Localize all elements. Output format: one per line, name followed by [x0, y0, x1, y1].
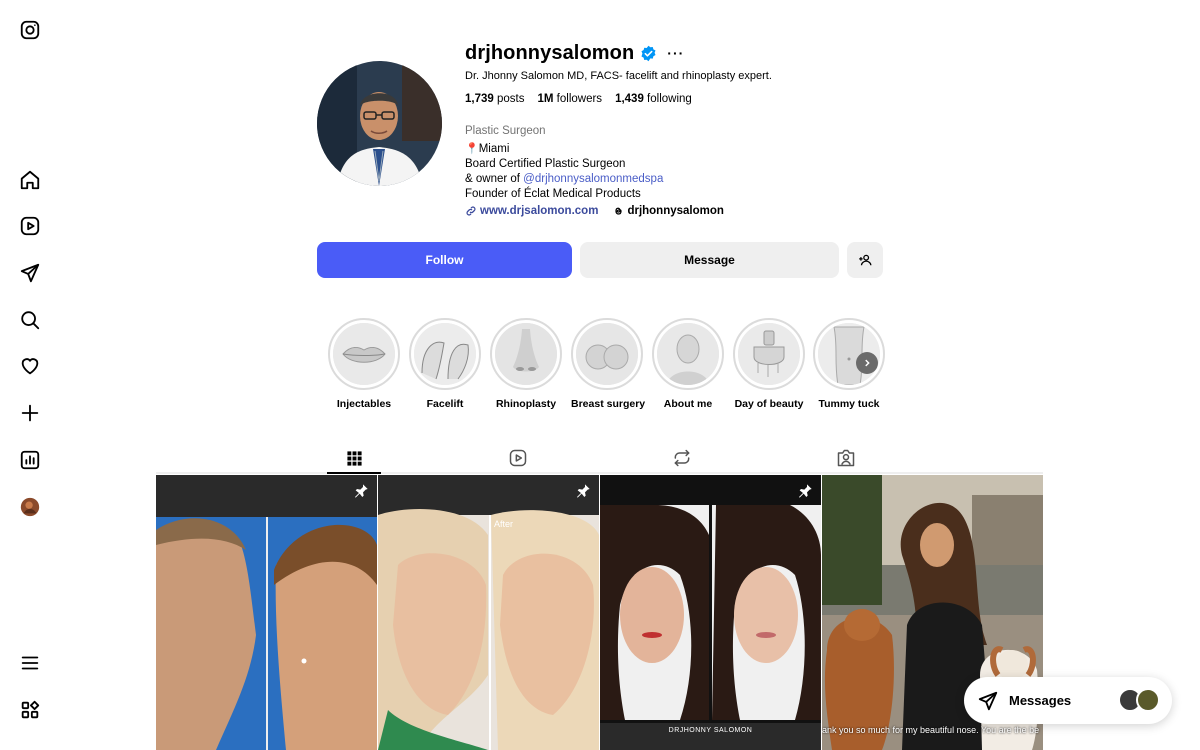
more-apps-icon[interactable]	[18, 698, 42, 722]
profile-avatar-icon[interactable]	[18, 495, 42, 519]
tab-tagged[interactable]	[819, 443, 873, 473]
profile-full-name: Dr. Jhonny Salomon MD, FACS- facelift an…	[465, 70, 772, 82]
following-stat[interactable]: 1,439 following	[615, 93, 692, 105]
post-overlay-text: DRJHONNY SALOMON	[668, 727, 753, 734]
chevron-right-icon	[865, 359, 870, 367]
threads-icon	[615, 207, 623, 215]
messages-label: Messages	[1009, 693, 1072, 708]
profile-category: Plastic Surgeon	[465, 125, 546, 137]
threads-link[interactable]: drjhonnysalomon	[612, 205, 724, 217]
post-overlay-text: ank you so much for my beautiful nose. Y…	[822, 725, 1040, 735]
tabs-divider	[156, 472, 1043, 474]
message-button[interactable]: Message	[580, 242, 839, 278]
highlight-cover	[576, 323, 638, 385]
more-options-button[interactable]: ···	[667, 45, 684, 61]
highlight-facelift[interactable]: Facelift	[409, 318, 481, 410]
follow-button[interactable]: Follow	[317, 242, 572, 278]
posts-stat: 1,739 posts	[465, 93, 525, 105]
highlight-rhinoplasty[interactable]: Rhinoplasty	[490, 318, 562, 410]
highlight-label: Breast surgery	[571, 398, 646, 410]
highlight-label: Day of beauty	[734, 398, 804, 410]
menu-icon[interactable]	[18, 651, 42, 675]
highlight-about-me[interactable]: About me	[652, 318, 724, 410]
highlight-cover	[495, 323, 557, 385]
tagged-icon	[837, 449, 855, 467]
dashboard-icon[interactable]	[18, 448, 42, 472]
post-overlay-text: After	[494, 519, 514, 529]
verified-badge-icon	[641, 45, 656, 61]
bio-line: & owner of @drjhonnysalomonmedspa	[465, 173, 664, 185]
highlight-label: Rhinoplasty	[495, 398, 557, 410]
profile-avatar[interactable]	[317, 61, 442, 186]
highlight-label: About me	[663, 398, 713, 410]
post-tile[interactable]: After	[378, 475, 599, 750]
reels-tab-icon	[509, 449, 527, 467]
link-icon	[466, 206, 476, 216]
bio-line: Board Certified Plastic Surgeon	[465, 158, 626, 170]
bio-line: Founder of Éclat Medical Products	[465, 188, 641, 200]
post-tile[interactable]	[156, 475, 377, 750]
highlight-label: Injectables	[336, 398, 392, 410]
highlight-injectables[interactable]: Injectables	[328, 318, 400, 410]
suggested-accounts-button[interactable]	[847, 242, 883, 278]
search-icon[interactable]	[18, 308, 42, 332]
instagram-logo-icon[interactable]	[18, 18, 42, 42]
pinned-icon	[577, 484, 590, 498]
pinned-icon	[799, 484, 812, 498]
highlight-cover	[657, 323, 719, 385]
tab-reels[interactable]	[491, 443, 545, 473]
tab-posts[interactable]	[327, 443, 381, 473]
add-person-icon	[859, 254, 872, 266]
send-icon[interactable]	[18, 261, 42, 285]
followers-stat[interactable]: 1M followers	[537, 93, 602, 105]
grid-icon	[346, 450, 362, 466]
messages-button[interactable]: Messages	[964, 677, 1172, 724]
highlight-breast-surgery[interactable]: Breast surgery	[571, 318, 646, 410]
profile-stats: 1,739 posts 1M followers 1,439 following	[465, 93, 885, 105]
profile-links: www.drjsalomon.com drjhonnysalomon	[465, 205, 885, 217]
highlight-day-of-beauty[interactable]: Day of beauty	[733, 318, 805, 410]
message-avatar	[1136, 688, 1160, 712]
highlight-cover	[414, 323, 476, 385]
highlight-label: Tummy tuck	[818, 398, 880, 410]
highlight-cover	[738, 323, 800, 385]
highlights-next-button[interactable]	[856, 352, 878, 374]
bio-location: 📍Miami	[465, 143, 510, 155]
tab-reposts[interactable]	[655, 443, 709, 473]
reposts-icon	[674, 449, 690, 467]
create-plus-icon[interactable]	[18, 401, 42, 425]
pinned-icon	[355, 484, 368, 498]
profile-info: drjhonnysalomon ··· Dr. Jhonny Salomon M…	[465, 40, 885, 218]
send-icon	[978, 691, 998, 710]
left-sidebar	[0, 0, 60, 750]
username: drjhonnysalomon	[465, 41, 635, 64]
highlight-cover	[333, 323, 395, 385]
post-tile[interactable]: DRJHONNY SALOMON	[600, 475, 821, 750]
website-link[interactable]: www.drjsalomon.com	[465, 205, 598, 217]
highlight-label: Facelift	[426, 398, 464, 410]
location-pin-icon: 📍	[465, 143, 479, 155]
home-icon[interactable]	[18, 168, 42, 192]
heart-icon[interactable]	[18, 354, 42, 378]
reels-icon[interactable]	[18, 214, 42, 238]
bio-mention-link[interactable]: @drjhonnysalomonmedspa	[523, 173, 663, 185]
